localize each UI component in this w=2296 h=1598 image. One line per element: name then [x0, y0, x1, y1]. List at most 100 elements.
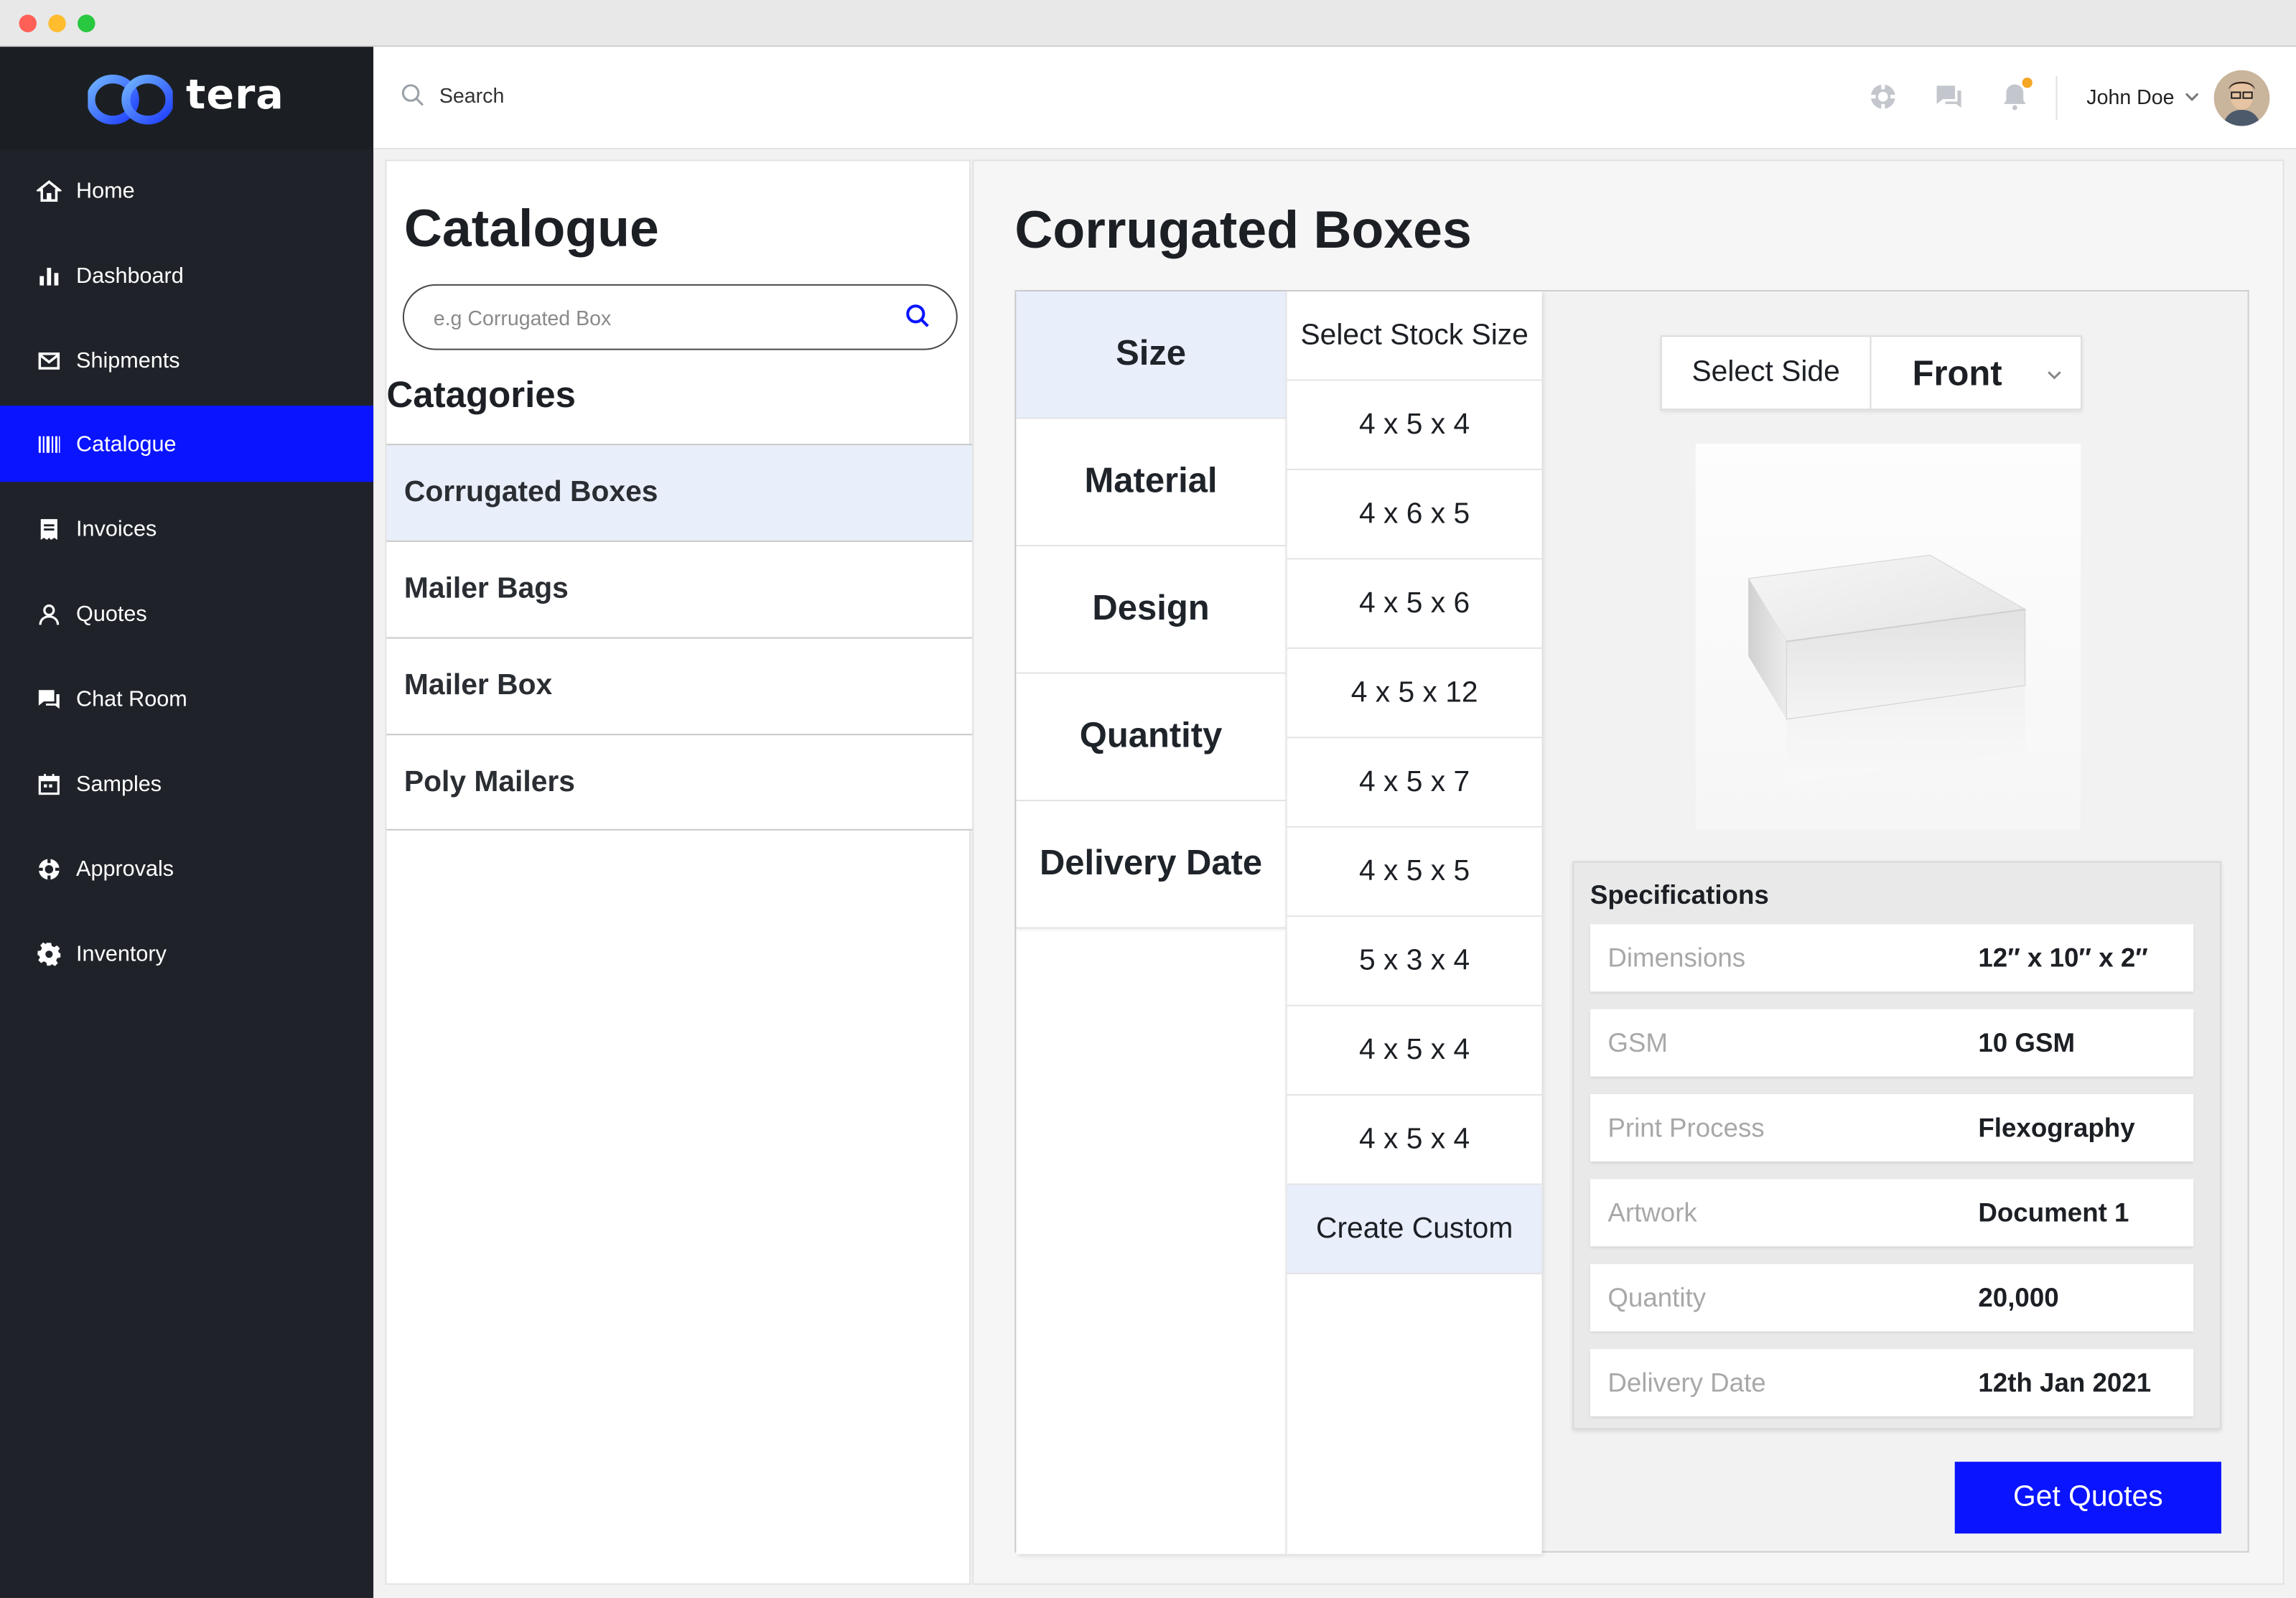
spec-key: Quantity — [1607, 1283, 1707, 1313]
sidebar-item-label: Home — [76, 177, 135, 203]
create-custom-button[interactable]: Create Custom — [1287, 1185, 1542, 1275]
tera-logo-icon — [88, 75, 173, 125]
app-window: tera Home Dashboard Shipments Catalogue … — [0, 0, 2296, 1598]
product-image — [1695, 444, 2081, 829]
sidebar-item-shipments[interactable]: Shipments — [0, 322, 373, 398]
notification-dot — [2022, 78, 2033, 88]
product-title: Corrugated Boxes — [1014, 199, 1472, 260]
stock-size-header: Select Stock Size — [1287, 291, 1542, 381]
size-option[interactable]: 4 x 5 x 4 — [1287, 1095, 1542, 1185]
maximize-window-button[interactable] — [78, 14, 95, 32]
option-size[interactable]: Size — [1016, 291, 1286, 419]
spec-row-print-process: Print Process Flexography — [1590, 1094, 2194, 1162]
top-bar: Search John Doe — [373, 47, 2296, 150]
home-icon — [35, 177, 62, 204]
category-item-mailer-box[interactable]: Mailer Box — [386, 637, 973, 734]
gear-icon — [35, 940, 62, 967]
sidebar-item-label: Invoices — [76, 516, 157, 541]
catalogue-search[interactable] — [402, 284, 958, 350]
sidebar-item-invoices[interactable]: Invoices — [0, 491, 373, 567]
category-list: Corrugated Boxes Mailer Bags Mailer Box … — [386, 444, 973, 831]
size-option[interactable]: 4 x 5 x 5 — [1287, 828, 1542, 917]
calendar-icon — [35, 770, 62, 797]
sidebar-item-chat-room[interactable]: Chat Room — [0, 660, 373, 737]
product-panel: Corrugated Boxes Size Material Design Qu… — [972, 159, 2285, 1585]
close-window-button[interactable] — [19, 14, 37, 32]
spec-row-gsm: GSM 10 GSM — [1590, 1009, 2194, 1077]
spec-row-dimensions: Dimensions 12″ x 10″ x 2″ — [1590, 924, 2194, 992]
minimize-window-button[interactable] — [48, 14, 66, 32]
option-delivery-date[interactable]: Delivery Date — [1016, 801, 1286, 929]
category-item-corrugated-boxes[interactable]: Corrugated Boxes — [386, 444, 973, 541]
sidebar-item-catalogue[interactable]: Catalogue — [0, 406, 374, 482]
side-select-label: Select Side — [1662, 337, 1872, 409]
sidebar-item-label: Chat Room — [76, 686, 187, 711]
size-option[interactable]: 5 x 3 x 4 — [1287, 917, 1542, 1006]
divider — [2055, 76, 2058, 121]
sidebar-item-approvals[interactable]: Approvals — [0, 831, 373, 907]
sidebar-item-label: Quotes — [76, 601, 147, 627]
catalogue-panel: Catalogue Catagories Corrugated Boxes Ma… — [385, 159, 973, 1585]
lifebuoy-icon — [35, 856, 62, 882]
avatar[interactable] — [2213, 70, 2270, 126]
sidebar-item-label: Inventory — [76, 940, 167, 966]
sidebar: tera Home Dashboard Shipments Catalogue … — [0, 47, 374, 1598]
option-quantity[interactable]: Quantity — [1016, 673, 1286, 802]
chevron-down-icon[interactable] — [2045, 366, 2063, 383]
option-list: Size Material Design Quantity Delivery D… — [1016, 291, 1286, 1554]
spec-value: Flexography — [1978, 1113, 2135, 1143]
support-icon[interactable] — [1868, 82, 1898, 111]
sidebar-item-label: Catalogue — [76, 431, 177, 457]
size-option[interactable]: 4 x 5 x 6 — [1287, 559, 1542, 649]
spec-value: Document 1 — [1978, 1197, 2129, 1228]
search-label: Search — [439, 83, 505, 107]
sidebar-item-label: Dashboard — [76, 263, 184, 288]
product-configurator: Size Material Design Quantity Delivery D… — [1014, 289, 2249, 1554]
page-title: Catalogue — [403, 197, 659, 258]
logo[interactable]: tera — [0, 47, 374, 150]
sidebar-item-samples[interactable]: Samples — [0, 746, 373, 822]
size-option[interactable]: 4 x 5 x 7 — [1287, 738, 1542, 828]
bell-icon[interactable] — [2000, 78, 2033, 111]
get-quotes-button[interactable]: Get Quotes — [1954, 1462, 2221, 1534]
sidebar-item-quotes[interactable]: Quotes — [0, 576, 373, 652]
chevron-down-icon[interactable] — [2183, 88, 2201, 105]
size-option[interactable]: 4 x 5 x 12 — [1287, 649, 1542, 739]
sidebar-item-inventory[interactable]: Inventory — [0, 915, 373, 991]
side-select[interactable]: Select Side Front — [1660, 335, 2083, 411]
spec-value: 20,000 — [1978, 1283, 2059, 1313]
size-option[interactable]: 4 x 5 x 4 — [1287, 380, 1542, 470]
spec-row-delivery-date: Delivery Date 12th Jan 2021 — [1590, 1349, 2194, 1416]
option-design[interactable]: Design — [1016, 546, 1286, 674]
chat-icon[interactable] — [1934, 82, 1964, 111]
spec-key: Print Process — [1607, 1113, 1765, 1143]
category-item-poly-mailers[interactable]: Poly Mailers — [386, 734, 973, 831]
category-item-mailer-bags[interactable]: Mailer Bags — [386, 540, 973, 637]
option-material[interactable]: Material — [1016, 419, 1286, 547]
logo-text: tera — [186, 70, 284, 119]
search-icon — [401, 84, 424, 106]
bar-chart-icon — [35, 262, 62, 289]
user-name[interactable]: John Doe — [2086, 85, 2174, 108]
global-search[interactable]: Search — [400, 82, 505, 108]
size-option[interactable]: 4 x 6 x 5 — [1287, 470, 1542, 560]
spec-key: GSM — [1607, 1028, 1669, 1058]
search-icon[interactable] — [903, 302, 933, 331]
size-option[interactable]: 4 x 5 x 4 — [1287, 1006, 1542, 1096]
categories-title: Catagories — [386, 375, 576, 416]
sidebar-item-label: Approvals — [76, 856, 174, 882]
mail-icon — [35, 347, 62, 374]
spec-value: 12th Jan 2021 — [1978, 1368, 2152, 1398]
chat-icon — [35, 686, 62, 712]
barcode-icon — [35, 431, 62, 457]
spec-value: 12″ x 10″ x 2″ — [1978, 943, 2148, 973]
spec-value: 10 GSM — [1978, 1028, 2076, 1058]
sidebar-item-dashboard[interactable]: Dashboard — [0, 238, 373, 314]
stock-size-list: Select Stock Size 4 x 5 x 4 4 x 6 x 5 4 … — [1285, 291, 1542, 1554]
window-titlebar — [0, 0, 2296, 47]
side-select-value[interactable]: Front — [1913, 355, 2002, 396]
catalogue-search-input[interactable] — [433, 302, 873, 335]
spec-key: Dimensions — [1607, 943, 1746, 973]
specifications-card: Specifications Dimensions 12″ x 10″ x 2″… — [1572, 861, 2221, 1430]
sidebar-item-home[interactable]: Home — [0, 152, 373, 228]
